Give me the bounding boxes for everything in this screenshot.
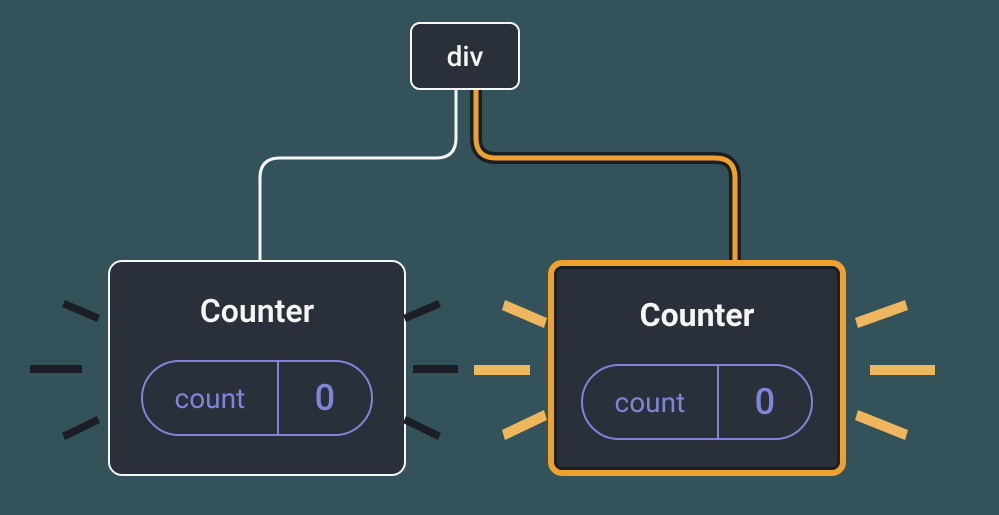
state-key-left: count (143, 362, 279, 434)
state-key-right: count (583, 366, 719, 438)
root-node-div: div (410, 22, 520, 90)
counter-title-right: Counter (640, 296, 755, 334)
counter-node-left: Counter count 0 (108, 260, 406, 476)
burst-right-right (835, 240, 995, 500)
root-node-label: div (447, 40, 484, 73)
counter-title-left: Counter (200, 292, 314, 330)
state-value-left: 0 (279, 362, 371, 434)
state-pill-left: count 0 (141, 360, 373, 436)
state-value-right: 0 (719, 366, 811, 438)
state-pill-right: count 0 (581, 364, 813, 440)
counter-node-right: Counter count 0 (548, 260, 846, 476)
